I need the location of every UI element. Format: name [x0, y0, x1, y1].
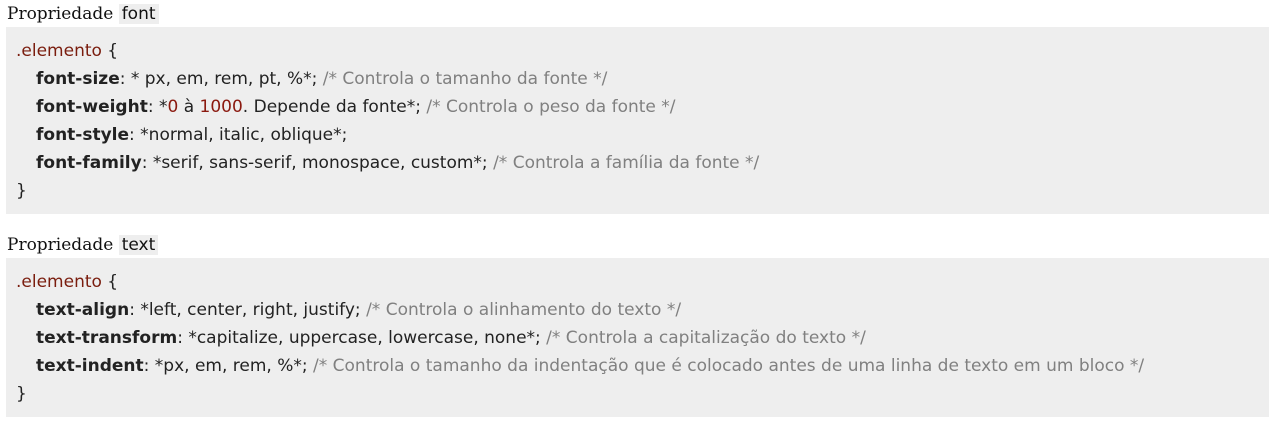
code-line-close: } [16, 177, 1269, 205]
css-value-mid: à [178, 97, 200, 117]
css-comment: /* Controla o tamanho da fonte */ [322, 69, 608, 89]
css-property: font-style [36, 125, 130, 145]
code-line-font-style: font-style: *normal, italic, oblique*; [16, 121, 1269, 149]
css-property: text-transform [36, 328, 178, 348]
code-line-selector: .elemento { [16, 37, 1269, 65]
css-number: 1000 [199, 97, 243, 117]
css-comment: /* Controla a família da fonte */ [493, 153, 760, 173]
heading-code-text: text [118, 235, 159, 255]
code-block-text: .elemento { text-align: *left, center, r… [6, 258, 1269, 417]
css-property: text-indent [36, 356, 144, 376]
code-line-text-indent: text-indent: *px, em, rem, %*; /* Contro… [16, 352, 1269, 380]
heading-prefix: Propriedade [7, 4, 114, 24]
css-property: text-align [36, 300, 130, 320]
css-value-post: . Depende da fonte*; [242, 97, 427, 117]
code-line-text-align: text-align: *left, center, right, justif… [16, 296, 1269, 324]
css-comment: /* Controla o peso da fonte */ [426, 97, 676, 117]
open-brace: { [101, 272, 119, 292]
css-comment: /* Controla o alinhamento do texto */ [366, 300, 682, 320]
css-value: : *px, em, rem, %*; [143, 356, 314, 376]
close-brace: } [16, 181, 27, 201]
css-selector: .elemento [16, 41, 102, 61]
code-line-font-weight: font-weight: *0 à 1000. Depende da fonte… [16, 93, 1269, 121]
heading-prefix: Propriedade [7, 235, 114, 255]
code-line-text-transform: text-transform: *capitalize, uppercase, … [16, 324, 1269, 352]
css-selector: .elemento [16, 272, 102, 292]
css-value: : *normal, italic, oblique*; [129, 125, 348, 145]
code-line-font-family: font-family: *serif, sans-serif, monospa… [16, 149, 1269, 177]
code-line-close: } [16, 380, 1269, 408]
open-brace: { [101, 41, 119, 61]
css-property: font-family [36, 153, 142, 173]
close-brace: } [16, 384, 27, 404]
css-comment: /* Controla o tamanho da indentação que … [313, 356, 1145, 376]
css-value: : *capitalize, uppercase, lowercase, non… [177, 328, 547, 348]
css-value: : *serif, sans-serif, monospace, custom*… [141, 153, 494, 173]
heading-code-font: font [118, 4, 159, 24]
css-property: font-size [36, 69, 120, 89]
css-value: : * [147, 97, 168, 117]
css-value: : *left, center, right, justify; [129, 300, 367, 320]
css-number: 0 [167, 97, 179, 117]
code-line-font-size: font-size: * px, em, rem, pt, %*; /* Con… [16, 65, 1269, 93]
section-heading-font: Propriedade font [7, 2, 159, 26]
section-heading-text: Propriedade text [7, 233, 159, 257]
code-block-font: .elemento { font-size: * px, em, rem, pt… [6, 27, 1269, 214]
css-property: font-weight [36, 97, 148, 117]
css-value: : * px, em, rem, pt, %*; [119, 69, 323, 89]
css-comment: /* Controla a capitalização do texto */ [546, 328, 866, 348]
code-line-selector: .elemento { [16, 268, 1269, 296]
